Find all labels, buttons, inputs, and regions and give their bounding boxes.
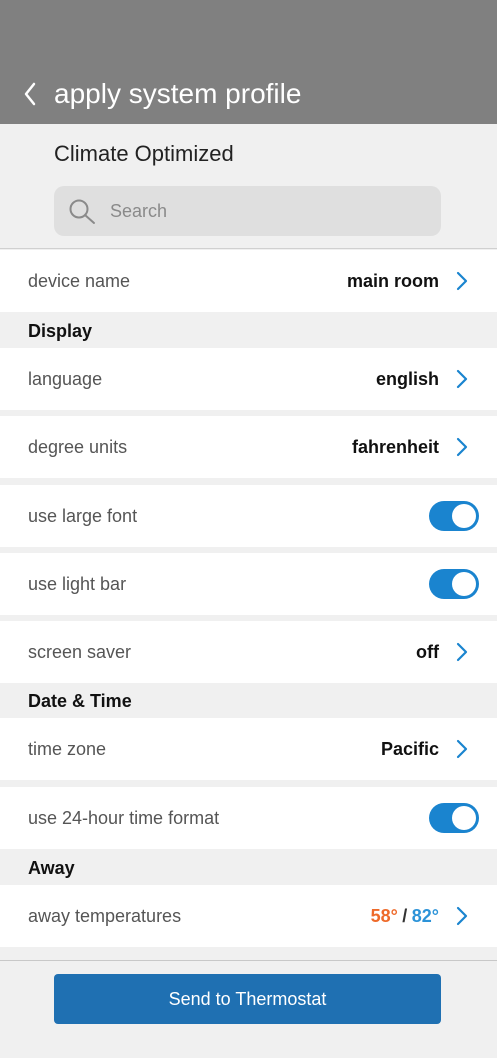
- search-icon: [69, 199, 95, 224]
- time-zone-label: time zone: [28, 738, 107, 759]
- section-header-date-time: Date & Time: [0, 684, 497, 718]
- light-bar-row: use light bar: [0, 553, 497, 615]
- toggle-knob: [452, 806, 476, 830]
- section-header-display: Display: [0, 314, 497, 348]
- language-row[interactable]: language english: [0, 348, 497, 410]
- search-input[interactable]: [110, 186, 430, 236]
- back-button[interactable]: [18, 76, 48, 112]
- toggle-knob: [452, 504, 476, 528]
- chevron-right-icon: [456, 369, 468, 389]
- chevron-right-icon: [456, 906, 468, 926]
- chevron-right-icon: [456, 642, 468, 662]
- degree-units-row[interactable]: degree units fahrenheit: [0, 416, 497, 478]
- language-label: language: [28, 368, 103, 389]
- app-header: apply system profile: [0, 0, 497, 124]
- profile-name: Climate Optimized: [54, 141, 234, 166]
- chevron-right-icon: [456, 437, 468, 457]
- degree-units-label: degree units: [28, 436, 128, 457]
- chevron-right-icon: [456, 271, 468, 291]
- time-format-toggle[interactable]: [429, 803, 479, 833]
- temp-separator: /: [402, 905, 408, 926]
- section-header-away: Away: [0, 851, 497, 885]
- search-bar[interactable]: [54, 186, 441, 236]
- time-format-row: use 24-hour time format: [0, 787, 497, 849]
- device-name-label: device name: [28, 270, 131, 291]
- light-bar-label: use light bar: [28, 573, 127, 594]
- large-font-toggle[interactable]: [429, 501, 479, 531]
- language-value: english: [375, 368, 439, 389]
- away-temperatures-row[interactable]: away temperatures 58° / 82°: [0, 885, 497, 947]
- degree-units-value: fahrenheit: [351, 436, 439, 457]
- away-temperatures-value: 58° / 82°: [371, 906, 439, 927]
- large-font-label: use large font: [28, 505, 138, 526]
- chevron-left-icon: [24, 82, 36, 106]
- large-font-row: use large font: [0, 485, 497, 547]
- divider: [0, 248, 497, 249]
- send-to-thermostat-button[interactable]: Send to Thermostat: [54, 974, 441, 1024]
- screen-saver-label: screen saver: [28, 641, 132, 662]
- screen-saver-value: off: [416, 641, 439, 662]
- time-zone-row[interactable]: time zone Pacific: [0, 718, 497, 780]
- away-temperatures-label: away temperatures: [28, 905, 182, 926]
- footer-divider: [0, 960, 497, 961]
- time-zone-value: Pacific: [380, 738, 439, 759]
- device-name-value: main room: [346, 270, 439, 291]
- page-title: apply system profile: [54, 78, 302, 109]
- light-bar-toggle[interactable]: [429, 569, 479, 599]
- away-heat-temp: 58°: [370, 905, 398, 926]
- toggle-knob: [452, 572, 476, 596]
- away-cool-temp: 82°: [411, 905, 439, 926]
- time-format-label: use 24-hour time format: [28, 807, 220, 828]
- device-name-row[interactable]: device name main room: [0, 250, 497, 312]
- chevron-right-icon: [456, 739, 468, 759]
- screen-saver-row[interactable]: screen saver off: [0, 621, 497, 683]
